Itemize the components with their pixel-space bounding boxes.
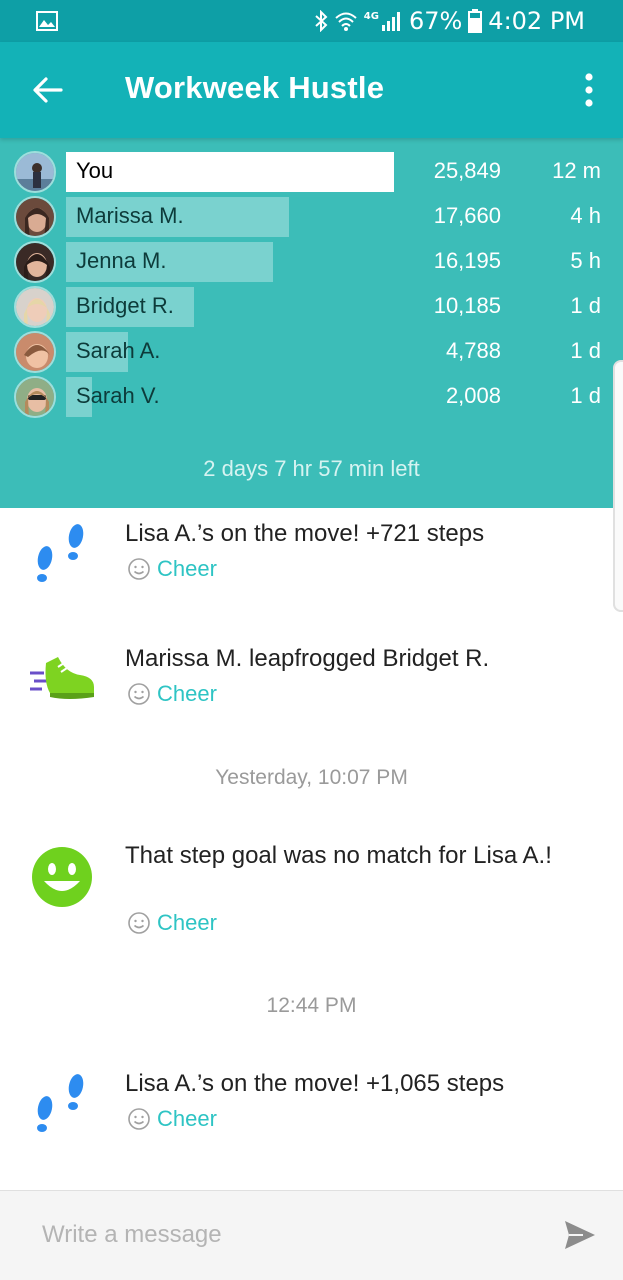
footprints-icon [37,524,84,582]
smiley-outline-icon [128,558,150,580]
timestamp: Yesterday, 10:07 PM [215,766,408,789]
participant-name: Jenna M. [76,248,167,273]
step-count: 4,788 [445,338,501,363]
cheer-label: Cheer [157,681,217,706]
feed-text: That step goal was no match for Lisa A.! [125,842,552,869]
activity-feed[interactable]: Lisa A.’s on the move! +721 steps Cheer … [0,508,623,1190]
participant-name: Sarah A. [76,338,161,363]
last-sync: 5 h [570,248,601,273]
message-bar [0,1190,623,1280]
time-remaining: 2 days 7 hr 57 min left [203,456,420,481]
last-sync: 1 d [570,383,601,408]
step-count: 16,195 [433,248,501,273]
smiley-outline-icon [128,912,150,934]
signal-icon [381,12,400,31]
gallery-icon [36,11,58,31]
step-count: 25,849 [433,158,501,183]
smiley-icon [32,847,92,907]
cheer-label: Cheer [157,1106,217,1131]
cheer-button[interactable]: Cheer [127,681,217,707]
avatar [14,151,56,193]
avatar [14,196,56,238]
cheer-label: Cheer [157,910,217,935]
app-bar: Workweek Hustle [0,42,623,138]
message-input[interactable] [32,1211,532,1259]
smiley-outline-icon [128,1108,150,1130]
progress-bar [66,152,394,192]
clock: 4:02 PM [488,7,585,35]
timestamp: 12:44 PM [266,994,357,1017]
participant-name: Sarah V. [76,383,160,408]
leaderboard-row[interactable]: Bridget R. 10,185 1 d [0,285,623,329]
avatar [14,286,56,328]
cheer-button[interactable]: Cheer [127,910,217,936]
last-sync: 1 d [570,293,601,318]
status-indicators: 4G 67% 4:02 PM [314,6,585,36]
feed-text: Marissa M. leapfrogged Bridget R. [125,645,490,672]
avatar [14,241,56,283]
leaderboard: You 25,849 12 m Marissa M. 17,660 4 h Je… [0,138,623,508]
battery-percent: 67% [408,7,463,35]
step-count: 10,185 [433,293,501,318]
sneaker-icon [30,657,94,699]
leaderboard-row[interactable]: Sarah V. 2,008 1 d [0,375,623,419]
smiley-outline-icon [128,683,150,705]
last-sync: 4 h [570,203,601,228]
feed-text: Lisa A.’s on the move! +721 steps [125,520,485,547]
avatar [14,331,56,373]
send-icon[interactable] [563,1219,597,1251]
last-sync: 1 d [570,338,601,363]
wifi-icon [335,12,357,31]
leaderboard-row[interactable]: You 25,849 12 m [0,150,623,194]
leaderboard-row[interactable]: Jenna M. 16,195 5 h [0,240,623,284]
page-title: Workweek Hustle [125,70,385,105]
network-type: 4G [363,10,379,22]
feed-text: Lisa A.’s on the move! +1,065 steps [125,1070,505,1097]
footprints-icon [37,1074,84,1132]
cheer-button[interactable]: Cheer [127,556,217,582]
participant-name: Bridget R. [76,293,174,318]
scrollbar-thumb[interactable] [613,360,623,612]
cheer-label: Cheer [157,556,217,581]
arrow-left-icon[interactable] [32,74,64,106]
step-count: 2,008 [445,383,501,408]
last-sync: 12 m [552,158,601,183]
step-count: 17,660 [433,203,501,228]
leaderboard-row[interactable]: Marissa M. 17,660 4 h [0,195,623,239]
status-bar: 4G 67% 4:02 PM [0,0,623,42]
more-vert-icon[interactable] [583,73,595,107]
battery-icon [468,9,483,33]
leaderboard-row[interactable]: Sarah A. 4,788 1 d [0,330,623,374]
participant-name: Marissa M. [76,203,184,228]
participant-name: You [76,158,114,183]
cheer-button[interactable]: Cheer [127,1106,217,1132]
avatar [14,376,56,418]
bluetooth-icon [315,10,328,32]
